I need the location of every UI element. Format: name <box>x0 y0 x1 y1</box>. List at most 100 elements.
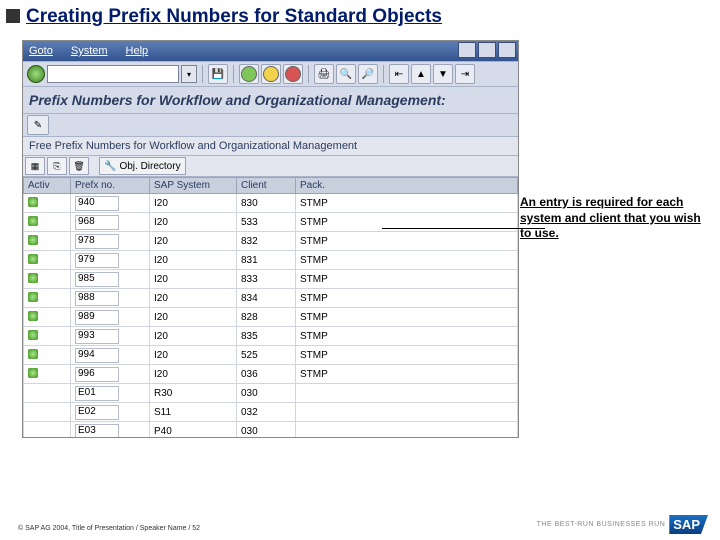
prev-page-icon[interactable]: ▲ <box>411 64 431 84</box>
first-page-icon[interactable]: ⇤ <box>389 64 409 84</box>
print-icon[interactable]: 🖨 <box>314 64 334 84</box>
cell-prefix[interactable]: E01 <box>71 384 150 403</box>
new-entry-icon[interactable]: ▦ <box>25 157 45 175</box>
cell-client: 831 <box>237 251 296 270</box>
exit-icon[interactable] <box>261 64 281 84</box>
find-next-icon[interactable]: 🔎 <box>358 64 378 84</box>
callout-text: An entry is required for each system and… <box>520 195 705 242</box>
display-change-icon[interactable]: ✎ <box>27 115 49 135</box>
prefix-table: Activ Prefx no. SAP System Client Pack. … <box>23 177 518 437</box>
window-btn-3[interactable] <box>498 42 516 58</box>
col-activ: Activ <box>24 178 71 194</box>
grid-toolbar: ▦ ⎘ 🗑 🔧Obj. Directory <box>23 156 518 177</box>
cell-pack: STMP <box>296 251 518 270</box>
menu-bar: Goto System Help <box>23 41 518 61</box>
cell-system: R30 <box>150 384 237 403</box>
table-row[interactable]: 978I20832STMP <box>24 232 518 251</box>
cell-pack: STMP <box>296 327 518 346</box>
window-btn-1[interactable] <box>458 42 476 58</box>
cell-prefix[interactable]: 940 <box>71 194 150 213</box>
cell-prefix[interactable]: E03 <box>71 422 150 438</box>
screen-title: Prefix Numbers for Workflow and Organiza… <box>23 87 518 114</box>
window-btn-2[interactable] <box>478 42 496 58</box>
enter-icon[interactable] <box>27 65 45 83</box>
cell-prefix[interactable]: 996 <box>71 365 150 384</box>
cell-prefix[interactable]: 993 <box>71 327 150 346</box>
table-row[interactable]: E02S11032 <box>24 403 518 422</box>
cell-prefix[interactable]: E02 <box>71 403 150 422</box>
last-page-icon[interactable]: ⇥ <box>455 64 475 84</box>
next-page-icon[interactable]: ▼ <box>433 64 453 84</box>
cell-system: I20 <box>150 289 237 308</box>
slide-title: Creating Prefix Numbers for Standard Obj… <box>0 0 720 32</box>
table-row[interactable]: 988I20834STMP <box>24 289 518 308</box>
table-row[interactable]: E01R30030 <box>24 384 518 403</box>
save-icon[interactable]: 💾 <box>208 64 228 84</box>
cell-prefix[interactable]: 968 <box>71 213 150 232</box>
cell-client: 032 <box>237 403 296 422</box>
cell-activ <box>24 308 71 327</box>
cell-activ <box>24 194 71 213</box>
table-row[interactable]: 985I20833STMP <box>24 270 518 289</box>
table-row[interactable]: E03P40030 <box>24 422 518 438</box>
footer: © SAP AG 2004, Title of Presentation / S… <box>18 525 200 532</box>
obj-dir-label: Obj. Directory <box>119 161 180 172</box>
cell-pack: STMP <box>296 232 518 251</box>
table-row[interactable]: 989I20828STMP <box>24 308 518 327</box>
cell-prefix[interactable]: 989 <box>71 308 150 327</box>
cell-system: I20 <box>150 232 237 251</box>
cell-client: 835 <box>237 327 296 346</box>
menu-help[interactable]: Help <box>126 45 149 57</box>
cell-system: I20 <box>150 194 237 213</box>
cell-pack <box>296 403 518 422</box>
find-icon[interactable]: 🔍 <box>336 64 356 84</box>
cell-prefix[interactable]: 979 <box>71 251 150 270</box>
cell-system: I20 <box>150 270 237 289</box>
cell-prefix[interactable]: 985 <box>71 270 150 289</box>
menu-goto[interactable]: Goto <box>29 45 53 57</box>
cancel-icon[interactable] <box>283 64 303 84</box>
back-icon[interactable] <box>239 64 259 84</box>
cell-prefix[interactable]: 978 <box>71 232 150 251</box>
menu-system[interactable]: System <box>71 45 108 57</box>
grid-container: Activ Prefx no. SAP System Client Pack. … <box>23 177 518 437</box>
cell-activ <box>24 365 71 384</box>
cell-activ <box>24 270 71 289</box>
cell-system: I20 <box>150 327 237 346</box>
command-field[interactable] <box>47 65 179 83</box>
cell-client: 525 <box>237 346 296 365</box>
table-row[interactable]: 940I20830STMP <box>24 194 518 213</box>
table-row[interactable]: 994I20525STMP <box>24 346 518 365</box>
obj-directory-button[interactable]: 🔧Obj. Directory <box>99 157 186 175</box>
table-row[interactable]: 996I20036STMP <box>24 365 518 384</box>
table-row[interactable]: 993I20835STMP <box>24 327 518 346</box>
active-icon <box>28 235 38 245</box>
cell-client: 834 <box>237 289 296 308</box>
delete-icon[interactable]: 🗑 <box>69 157 89 175</box>
active-icon <box>28 273 38 283</box>
active-icon <box>28 197 38 207</box>
cell-pack: STMP <box>296 194 518 213</box>
active-icon <box>28 292 38 302</box>
sap-branding: THE BEST-RUN BUSINESSES RUN SAP <box>537 515 708 534</box>
cell-system: I20 <box>150 346 237 365</box>
cell-pack: STMP <box>296 270 518 289</box>
copy-icon[interactable]: ⎘ <box>47 157 67 175</box>
cell-client: 030 <box>237 384 296 403</box>
cell-activ <box>24 232 71 251</box>
cell-client: 832 <box>237 232 296 251</box>
col-system: SAP System <box>150 178 237 194</box>
cell-activ <box>24 422 71 438</box>
cell-system: I20 <box>150 308 237 327</box>
active-icon <box>28 254 38 264</box>
cell-prefix[interactable]: 994 <box>71 346 150 365</box>
cell-system: S11 <box>150 403 237 422</box>
cell-activ <box>24 327 71 346</box>
cell-system: I20 <box>150 365 237 384</box>
standard-toolbar: ▾ 💾 🖨 🔍 🔎 ⇤ ▲ ▼ ⇥ <box>23 61 518 87</box>
cell-prefix[interactable]: 988 <box>71 289 150 308</box>
table-row[interactable]: 979I20831STMP <box>24 251 518 270</box>
command-dropdown[interactable]: ▾ <box>181 65 197 83</box>
col-prefix: Prefx no. <box>71 178 150 194</box>
sap-window: Goto System Help ▾ 💾 🖨 🔍 🔎 ⇤ ▲ ▼ ⇥ Prefi… <box>22 40 519 438</box>
